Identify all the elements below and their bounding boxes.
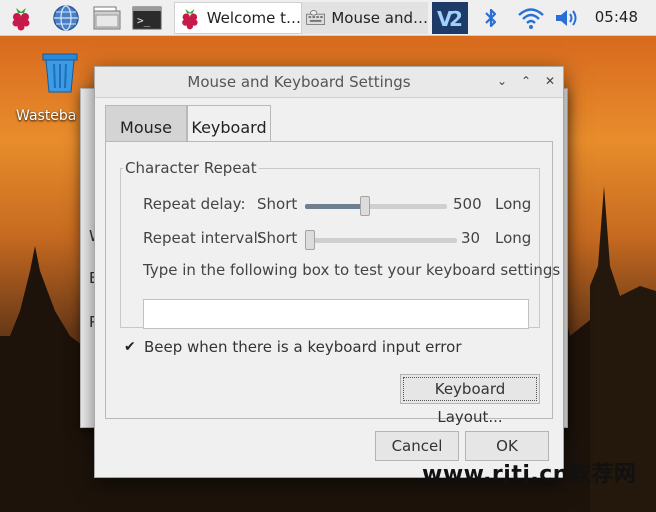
repeat-interval-slider[interactable] bbox=[305, 230, 457, 250]
slider-thumb[interactable] bbox=[360, 196, 370, 216]
beep-checkbox-label: Beep when there is a keyboard input erro… bbox=[144, 338, 462, 356]
maximize-button[interactable]: ⌃ bbox=[519, 74, 533, 88]
checkbox-checked-icon[interactable]: ✔ bbox=[124, 340, 136, 354]
repeat-delay-value: 500 bbox=[453, 195, 482, 213]
test-prompt: Type in the following box to test your k… bbox=[143, 261, 561, 279]
repeat-delay-slider[interactable] bbox=[305, 196, 447, 216]
keyboard-test-input[interactable] bbox=[143, 299, 529, 329]
repeat-interval-label: Repeat interval: bbox=[143, 229, 263, 247]
raspberry-icon bbox=[182, 8, 198, 30]
mouse-keyboard-settings-dialog: Mouse and Keyboard Settings ⌄ ⌃ ✕ Mouse … bbox=[94, 66, 564, 478]
raspberry-menu-icon[interactable] bbox=[6, 3, 36, 33]
trash-icon bbox=[40, 52, 80, 94]
repeat-delay-label: Repeat delay: bbox=[143, 195, 246, 213]
group-title: Character Repeat bbox=[123, 159, 259, 177]
dialog-titlebar[interactable]: Mouse and Keyboard Settings ⌄ ⌃ ✕ bbox=[95, 67, 563, 98]
terminal-icon[interactable]: >_ bbox=[130, 3, 164, 33]
vnc-icon[interactable]: V 2 bbox=[432, 2, 468, 34]
task-label: Welcome t… bbox=[206, 9, 301, 27]
taskbar: >_ Welcome t… Mouse and… V 2 05:48 bbox=[0, 0, 656, 36]
repeat-interval-min-label: Short bbox=[257, 229, 298, 247]
minimize-button[interactable]: ⌄ bbox=[495, 74, 509, 88]
task-label: Mouse and… bbox=[331, 9, 428, 27]
browser-icon[interactable] bbox=[50, 3, 82, 33]
svg-text:>_: >_ bbox=[137, 14, 151, 27]
repeat-delay-min-label: Short bbox=[257, 195, 298, 213]
character-repeat-group: Character Repeat Repeat delay: Short 500… bbox=[120, 159, 560, 329]
volume-icon[interactable] bbox=[552, 3, 582, 33]
close-button[interactable]: ✕ bbox=[543, 74, 557, 88]
slider-thumb[interactable] bbox=[305, 230, 315, 250]
keyboard-tab-panel: Character Repeat Repeat delay: Short 500… bbox=[105, 141, 560, 426]
wastebasket-label: Wasteba bbox=[16, 108, 77, 124]
keyboard-mouse-icon bbox=[306, 10, 326, 25]
file-manager-icon[interactable] bbox=[90, 3, 124, 33]
repeat-interval-max-label: Long bbox=[495, 229, 532, 247]
tab-mouse[interactable]: Mouse bbox=[105, 105, 187, 142]
bluetooth-icon[interactable] bbox=[478, 3, 504, 33]
slider-fill bbox=[305, 204, 365, 209]
task-mouse-keyboard[interactable]: Mouse and… bbox=[302, 2, 428, 34]
keyboard-layout-button[interactable]: Keyboard Layout... bbox=[400, 374, 540, 426]
beep-checkbox-row[interactable]: ✔ Beep when there is a keyboard input er… bbox=[124, 338, 461, 356]
svg-text:2: 2 bbox=[449, 7, 463, 31]
repeat-interval-value: 30 bbox=[461, 229, 481, 247]
wifi-icon[interactable] bbox=[514, 3, 548, 33]
dialog-title: Mouse and Keyboard Settings bbox=[187, 73, 411, 91]
task-welcome[interactable]: Welcome t… bbox=[174, 2, 302, 34]
tab-keyboard[interactable]: Keyboard bbox=[187, 105, 271, 141]
clock: 05:48 bbox=[594, 8, 638, 26]
watermark: www.rjtj.cn软荐网 bbox=[422, 462, 637, 487]
repeat-delay-max-label: Long bbox=[495, 195, 532, 213]
